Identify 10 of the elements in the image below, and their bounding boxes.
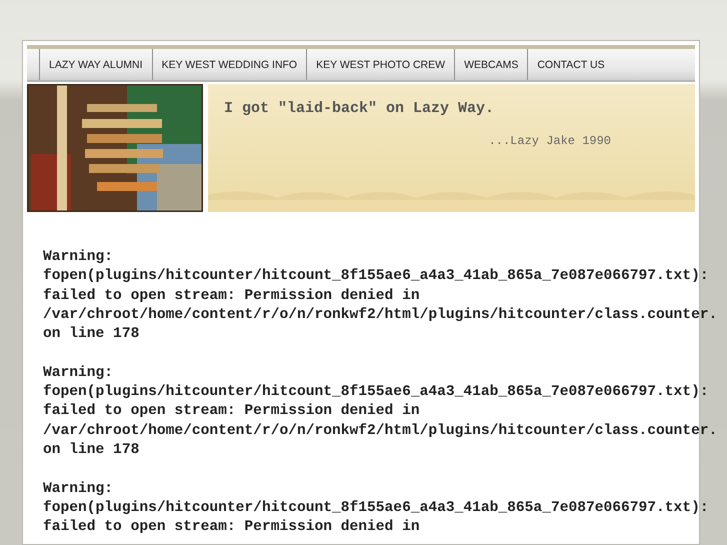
- warning-message: Warning: fopen(plugins/hitcounter/hitcount_8f155ae6_a4a3_41ab_865a_7e087e066797.txt): failed to open stream: Permission denied in /var/chroot/home/content/r/o/n/ronkwf2/html/plugins/hitcounter/class.counter. on line 178: [43, 364, 718, 460]
- nav-link[interactable]: KEY WEST PHOTO CREW: [306, 49, 454, 80]
- warning-message: Warning: fopen(plugins/hitcounter/hitcount_8f155ae6_a4a3_41ab_865a_7e087e066797.txt): failed to open stream: Permission denied in /var/chroot/home/content/r/o/n/ronkwf2/html/plugins/hitcounter/class.counter. on line 178: [43, 248, 718, 344]
- nav-link[interactable]: CONTACT US: [527, 49, 614, 80]
- quote: I got "laid-back" on Lazy Way.: [224, 100, 494, 117]
- nav-link[interactable]: KEY WEST WEDDING INFO: [152, 49, 306, 80]
- warning-message: Warning: fopen(plugins/hitcounter/hitcount_8f155ae6_a4a3_41ab_865a_7e087e066797.txt): failed to open stream: Permission denied in: [43, 480, 710, 538]
- attribution: ...Lazy Jake 1990: [488, 134, 611, 148]
- nav-link[interactable]: WEBCAMS: [454, 49, 528, 80]
- nav-link[interactable]: LAZY WAY ALUMNI: [39, 49, 152, 80]
